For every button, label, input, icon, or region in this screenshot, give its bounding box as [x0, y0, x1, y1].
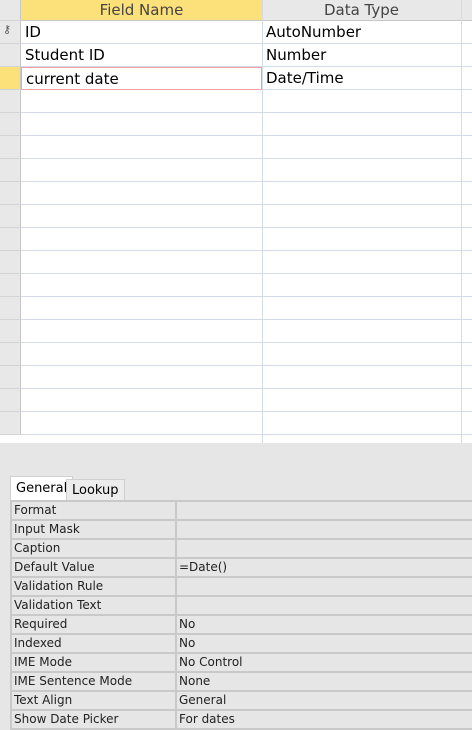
property-value[interactable]: General	[177, 692, 472, 709]
field-properties: Format Input Mask Caption Default Value =Dat…	[10, 500, 472, 730]
row-selector[interactable]	[0, 205, 21, 228]
tab-general[interactable]: General	[10, 476, 74, 500]
row-selector[interactable]	[0, 136, 21, 159]
column-divider	[262, 0, 263, 443]
table-row[interactable]	[21, 228, 472, 251]
property-label: Default Value	[10, 559, 177, 576]
property-value[interactable]: No	[177, 635, 472, 652]
table-row[interactable]	[21, 113, 472, 136]
property-label: Text Align	[10, 692, 177, 709]
table-row[interactable]	[21, 274, 472, 297]
property-label: Validation Text	[10, 597, 177, 614]
property-value[interactable]	[177, 540, 472, 557]
property-value[interactable]	[177, 521, 472, 538]
property-label: Caption	[10, 540, 177, 557]
property-label: IME Sentence Mode	[10, 673, 177, 690]
property-row[interactable]: Input Mask	[10, 521, 472, 540]
table-row[interactable]	[21, 159, 472, 182]
row-selector[interactable]	[0, 182, 21, 205]
table-row[interactable]: ID AutoNumber	[21, 21, 472, 44]
property-row[interactable]: Format	[10, 502, 472, 521]
property-row[interactable]: IME Sentence Mode None	[10, 673, 472, 692]
row-selector[interactable]	[0, 67, 21, 90]
select-all-corner[interactable]	[0, 0, 21, 21]
property-row[interactable]: Validation Text	[10, 597, 472, 616]
data-type-cell[interactable]: Date/Time	[262, 67, 461, 90]
data-type-cell[interactable]: AutoNumber	[262, 21, 461, 44]
table-row[interactable]	[21, 366, 472, 389]
table-row[interactable]	[21, 320, 472, 343]
table-row[interactable]	[21, 343, 472, 366]
row-selector[interactable]	[0, 228, 21, 251]
table-row[interactable]	[21, 205, 472, 228]
field-name-cell[interactable]: Student ID	[21, 44, 262, 67]
row-selector[interactable]	[0, 343, 21, 366]
property-row[interactable]: Required No	[10, 616, 472, 635]
row-selector[interactable]	[0, 159, 21, 182]
data-type-cell[interactable]: Number	[262, 44, 461, 67]
field-design-grid: Field Name Data Type ⚷ ID AutoNumber Studen…	[0, 0, 472, 443]
column-divider	[461, 0, 462, 443]
property-value[interactable]: No	[177, 616, 472, 633]
property-value[interactable]	[177, 578, 472, 595]
property-label: Required	[10, 616, 177, 633]
property-row[interactable]: Text Align General	[10, 692, 472, 711]
row-selector[interactable]	[0, 113, 21, 136]
row-selector[interactable]	[0, 251, 21, 274]
property-row[interactable]: Validation Rule	[10, 578, 472, 597]
field-name-cell[interactable]: current date	[21, 67, 262, 90]
row-selector[interactable]	[0, 44, 21, 67]
field-name-header[interactable]: Field Name	[21, 0, 262, 21]
row-selector[interactable]	[0, 320, 21, 343]
property-label: Format	[10, 502, 177, 519]
property-value[interactable]	[177, 597, 472, 614]
row-selector[interactable]	[0, 90, 21, 113]
row-selector[interactable]	[0, 366, 21, 389]
row-selector[interactable]	[0, 412, 21, 435]
property-row[interactable]: Indexed No	[10, 635, 472, 654]
description-header[interactable]	[461, 0, 472, 21]
field-name-cell[interactable]: ID	[21, 21, 262, 44]
table-row[interactable]	[21, 251, 472, 274]
data-type-header[interactable]: Data Type	[262, 0, 461, 21]
row-selector[interactable]	[0, 389, 21, 412]
row-selector[interactable]: ⚷	[0, 21, 21, 44]
property-row[interactable]: IME Mode No Control	[10, 654, 472, 673]
table-row[interactable]	[21, 136, 472, 159]
property-label: Validation Rule	[10, 578, 177, 595]
table-row[interactable]	[21, 389, 472, 412]
property-value[interactable]	[177, 502, 472, 519]
property-label: Show Date Picker	[10, 711, 177, 728]
tab-lookup[interactable]: Lookup	[66, 479, 125, 500]
row-selector[interactable]	[0, 274, 21, 297]
property-label: Indexed	[10, 635, 177, 652]
table-row[interactable]	[21, 412, 472, 435]
row-selector[interactable]	[0, 297, 21, 320]
primary-key-icon: ⚷	[3, 23, 12, 36]
property-value[interactable]: For dates	[177, 711, 472, 728]
property-value[interactable]: =Date()	[177, 559, 472, 576]
property-row[interactable]: Default Value =Date()	[10, 559, 472, 578]
property-value[interactable]: No Control	[177, 654, 472, 671]
table-row[interactable]: Student ID Number	[21, 44, 472, 67]
property-label: Input Mask	[10, 521, 177, 538]
property-value[interactable]: None	[177, 673, 472, 690]
property-label: IME Mode	[10, 654, 177, 671]
table-row[interactable]	[21, 297, 472, 320]
table-row[interactable]	[21, 182, 472, 205]
table-row[interactable]	[21, 90, 472, 113]
table-row[interactable]: current date Date/Time	[21, 67, 472, 90]
property-row[interactable]: Caption	[10, 540, 472, 559]
property-row[interactable]: Show Date Picker For dates	[10, 711, 472, 730]
